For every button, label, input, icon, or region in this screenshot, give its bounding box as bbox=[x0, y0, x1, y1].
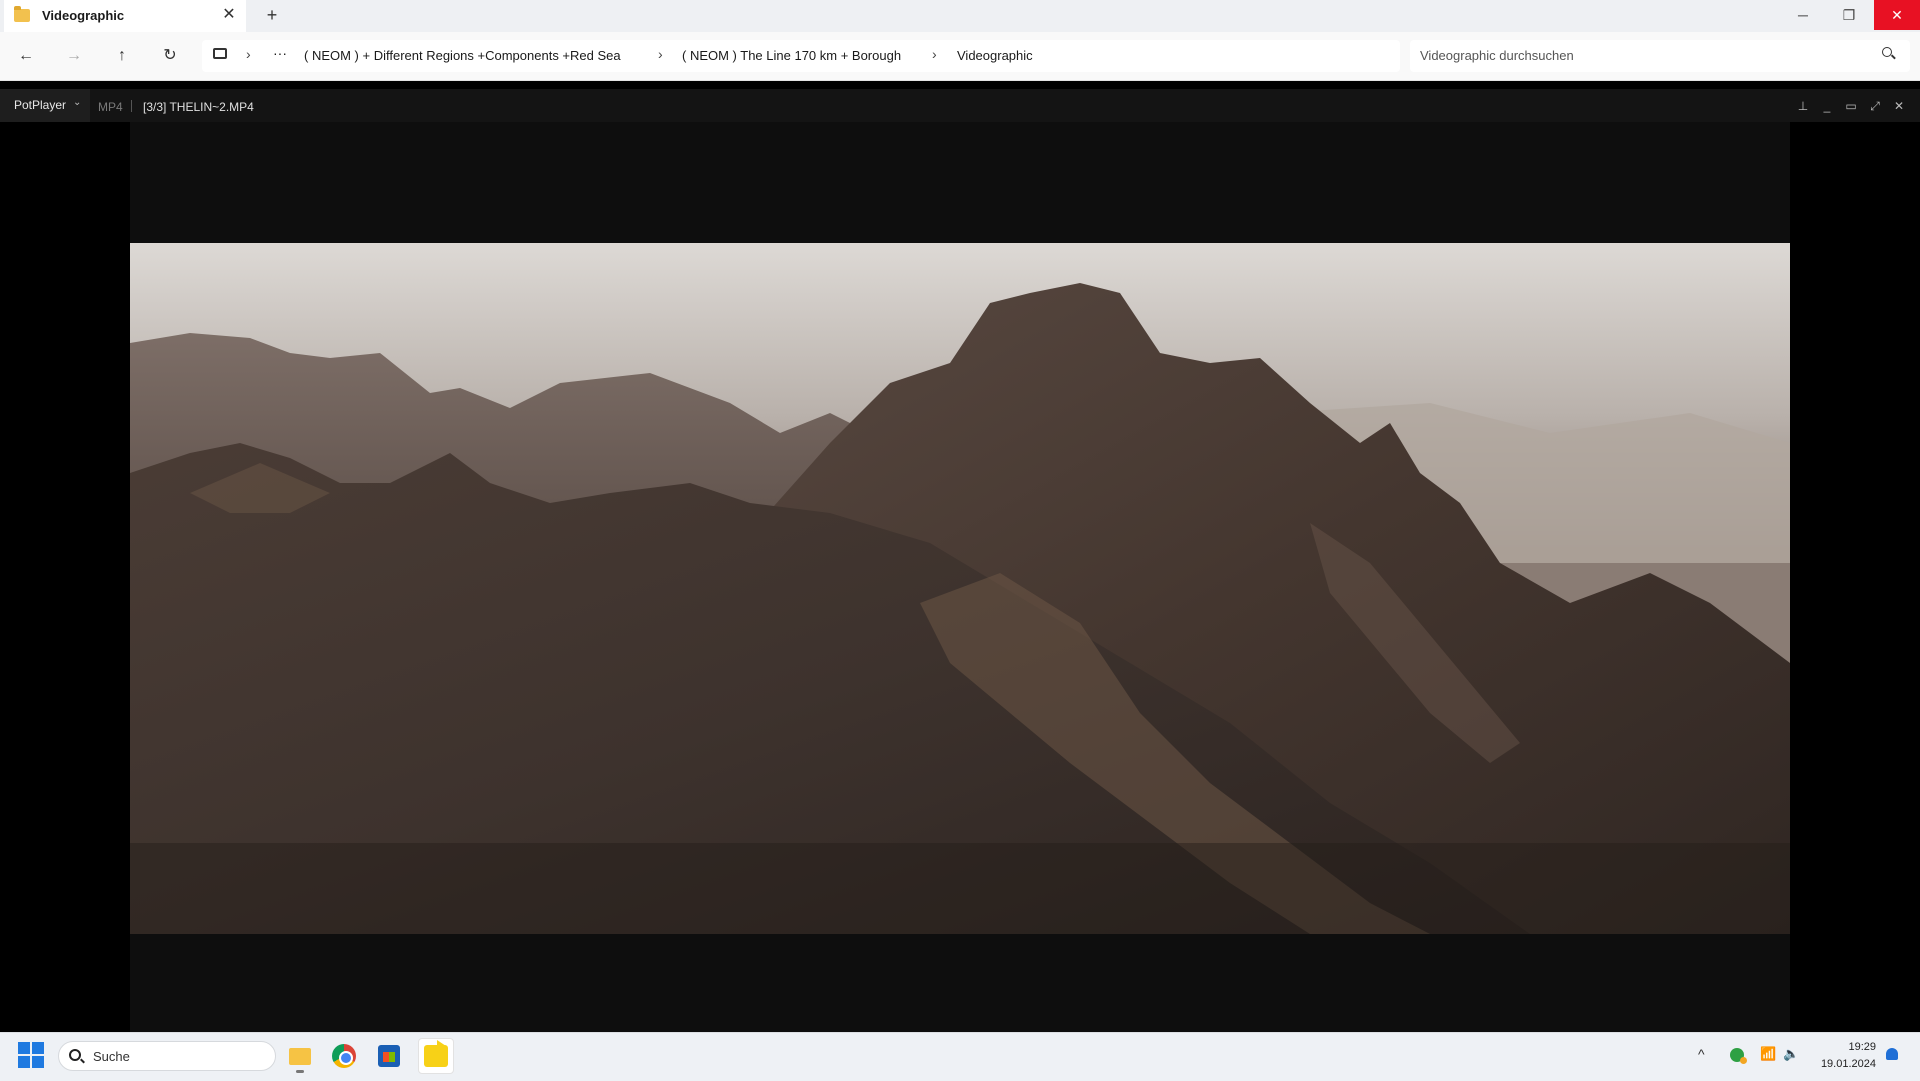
tab-close-icon[interactable]: ✕ bbox=[220, 6, 238, 24]
running-indicator bbox=[296, 1070, 304, 1073]
file-explorer-icon bbox=[289, 1048, 311, 1065]
potplayer-close-button[interactable]: ✕ bbox=[1890, 98, 1908, 114]
folder-icon bbox=[14, 6, 30, 22]
tab-title: Videographic bbox=[42, 8, 125, 23]
clock-date[interactable]: 19.01.2024 bbox=[1816, 1058, 1876, 1070]
taskbar-search-input[interactable] bbox=[58, 1041, 276, 1071]
clock-time[interactable]: 19:29 bbox=[1822, 1041, 1876, 1053]
window-restore-button[interactable]: ❐ bbox=[1826, 0, 1872, 30]
potplayer-minimize-button[interactable]: _ bbox=[1818, 98, 1836, 114]
window-minimize-button[interactable]: ─ bbox=[1780, 0, 1826, 30]
breadcrumb-separator: › bbox=[658, 46, 663, 62]
volume-icon[interactable]: 🔈 bbox=[1783, 1046, 1799, 1062]
new-tab-button[interactable]: + bbox=[262, 5, 282, 25]
potplayer-maximize-button[interactable]: ▭ bbox=[1842, 98, 1860, 114]
breadcrumb-overflow-button[interactable]: ··· bbox=[273, 45, 287, 61]
media-format-label: MP4 bbox=[98, 100, 123, 114]
breadcrumb-separator: › bbox=[246, 46, 251, 62]
header-divider bbox=[131, 100, 132, 112]
explorer-title-bar bbox=[0, 0, 1920, 32]
search-icon[interactable] bbox=[1882, 47, 1892, 57]
windows-start-icon[interactable] bbox=[18, 1042, 44, 1068]
tab-videographic[interactable] bbox=[4, 0, 246, 32]
playlist-file-label: [3/3] THELIN~2.MP4 bbox=[143, 100, 254, 114]
security-icon[interactable] bbox=[1730, 1048, 1747, 1064]
wifi-icon[interactable]: 📶 bbox=[1760, 1046, 1776, 1062]
window-close-button[interactable]: ✕ bbox=[1874, 0, 1920, 30]
chevron-down-icon: ⌄ bbox=[73, 97, 82, 108]
refresh-icon[interactable]: ↻ bbox=[156, 44, 184, 68]
breadcrumb-item-the-line[interactable]: ( NEOM ) The Line 170 km + Borough bbox=[682, 48, 901, 63]
forward-arrow-icon[interactable]: → bbox=[60, 44, 88, 68]
potplayer-menu-label: PotPlayer bbox=[14, 98, 67, 112]
mountain-scene-image bbox=[130, 243, 1790, 934]
up-arrow-icon[interactable]: ↑ bbox=[108, 44, 136, 68]
breadcrumb-item-red-sea[interactable]: ( NEOM ) + Different Regions +Components… bbox=[304, 48, 621, 63]
chevron-up-icon[interactable]: ^ bbox=[1698, 1046, 1705, 1062]
notification-bell-icon[interactable] bbox=[1886, 1048, 1898, 1060]
chrome-icon-center bbox=[339, 1051, 353, 1065]
taskbar-search-label: Suche bbox=[93, 1049, 130, 1064]
play-icon bbox=[437, 1040, 446, 1052]
pin-icon[interactable]: ⊥ bbox=[1794, 98, 1812, 114]
store-logo bbox=[383, 1052, 395, 1062]
back-arrow-icon[interactable]: ← bbox=[12, 44, 40, 68]
potplayer-title-bar bbox=[0, 89, 1920, 123]
video-frame-mountains[interactable] bbox=[130, 243, 1790, 934]
search-placeholder: Videographic durchsuchen bbox=[1420, 48, 1574, 63]
fullscreen-icon[interactable]: ⤢ bbox=[1866, 98, 1884, 114]
breadcrumb-separator: › bbox=[932, 46, 937, 62]
breadcrumb-item-videographic[interactable]: Videographic bbox=[957, 48, 1033, 63]
this-pc-icon[interactable] bbox=[213, 48, 227, 59]
search-icon bbox=[69, 1049, 81, 1061]
